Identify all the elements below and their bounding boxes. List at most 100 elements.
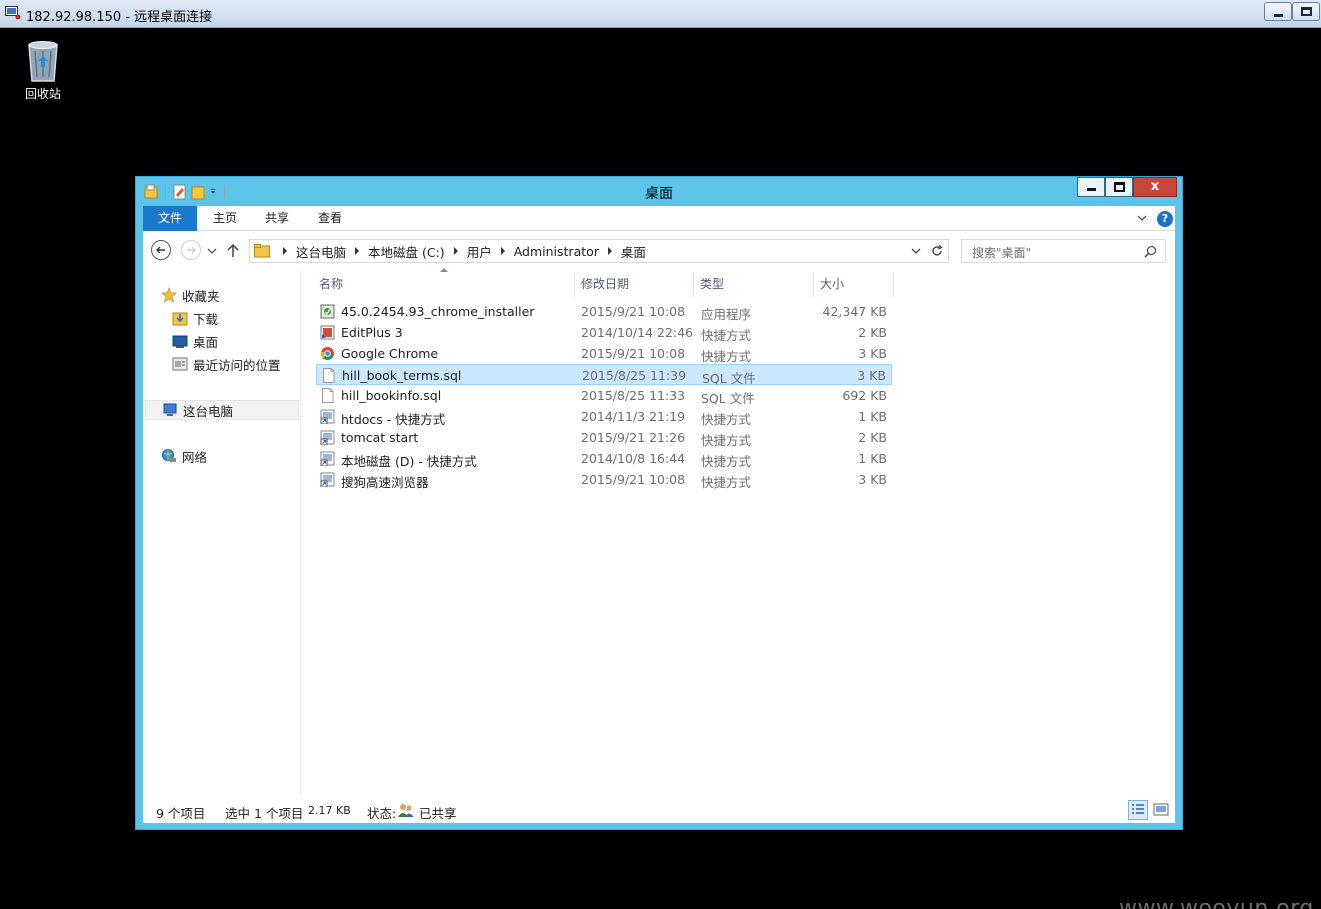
file-modified-date: 2015/9/21 10:08 bbox=[581, 346, 686, 361]
navigation-pane: 收藏夹 下载 桌面 最近访问的位置 这台电脑 网络 bbox=[143, 270, 301, 795]
file-name: 搜狗高速浏览器 bbox=[341, 475, 429, 490]
file-list: 名称 修改日期 类型 大小 45.0.2454.93_chrome_instal… bbox=[302, 268, 1175, 795]
details-view-button[interactable] bbox=[1128, 800, 1148, 820]
file-row[interactable]: tomcat start 2015/9/21 21:26 快捷方式 2 KB bbox=[316, 427, 892, 448]
file-modified-date: 2015/9/21 10:08 bbox=[581, 304, 686, 319]
navigation-bar: 这台电脑 本地磁盘 (C:) 用户 Administrator 桌面 搜索"桌面… bbox=[143, 232, 1175, 270]
file-modified-date: 2015/9/21 10:08 bbox=[581, 472, 686, 487]
column-header-date[interactable]: 修改日期 bbox=[575, 272, 694, 297]
minimize-icon bbox=[1087, 188, 1096, 191]
forward-button[interactable] bbox=[180, 239, 202, 261]
tab-view[interactable]: 查看 bbox=[304, 206, 356, 231]
desktop-icon bbox=[172, 335, 188, 348]
minimize-icon bbox=[1274, 14, 1283, 17]
column-header-size[interactable]: 大小 bbox=[814, 272, 894, 297]
rdp-restore-button[interactable] bbox=[1292, 2, 1320, 21]
nav-network[interactable]: 网络 bbox=[161, 446, 207, 466]
file-icon bbox=[322, 388, 334, 403]
ribbon-tabs: 文件 主页 共享 查看 ? bbox=[143, 206, 1175, 231]
search-icon[interactable] bbox=[1144, 245, 1157, 258]
rdp-window-title: 182.92.98.150 - 远程桌面连接 bbox=[26, 10, 213, 25]
file-size: 1 KB bbox=[858, 409, 887, 424]
nav-desktop[interactable]: 桌面 bbox=[172, 331, 218, 351]
file-row[interactable]: 本地磁盘 (D) - 快捷方式 2014/10/8 16:44 快捷方式 1 KB bbox=[316, 448, 892, 469]
column-header-type[interactable]: 类型 bbox=[694, 272, 814, 297]
recycle-bin-icon bbox=[28, 41, 58, 82]
close-button[interactable]: x bbox=[1133, 177, 1177, 197]
nav-favorites[interactable]: 收藏夹 bbox=[161, 285, 220, 305]
file-modified-date: 2015/8/25 11:39 bbox=[582, 368, 687, 383]
file-name: EditPlus 3 bbox=[341, 325, 403, 340]
file-name: Google Chrome bbox=[341, 346, 439, 361]
file-row[interactable]: EditPlus 3 2014/10/14 22:46 快捷方式 2 KB bbox=[316, 322, 892, 343]
status-state-label: 状态: bbox=[367, 806, 397, 821]
recycle-bin-shortcut[interactable]: 回收站 bbox=[18, 39, 68, 102]
refresh-icon[interactable] bbox=[930, 244, 944, 258]
breadcrumb-separator-icon[interactable] bbox=[607, 247, 612, 255]
address-history-chevron-icon[interactable] bbox=[910, 246, 922, 256]
back-button[interactable] bbox=[150, 239, 172, 261]
explorer-content: 文件 主页 共享 查看 ? 这台电脑 本地磁盘 (C:) 用户 Administ… bbox=[143, 206, 1175, 823]
shared-users-icon bbox=[398, 804, 414, 817]
file-name: hill_bookinfo.sql bbox=[341, 388, 442, 403]
file-size: 2 KB bbox=[858, 325, 887, 340]
file-name: hill_book_terms.sql bbox=[342, 368, 462, 383]
nav-this-pc-label: 这台电脑 bbox=[183, 403, 234, 419]
maximize-icon bbox=[1114, 182, 1125, 192]
recent-places-icon bbox=[172, 357, 188, 371]
tab-home[interactable]: 主页 bbox=[199, 206, 251, 231]
rdp-minimize-button[interactable] bbox=[1264, 2, 1292, 21]
breadcrumb-local-disk-c[interactable]: 本地磁盘 (C:) bbox=[368, 242, 445, 261]
file-size: 2 KB bbox=[858, 430, 887, 445]
file-row[interactable]: hill_book_terms.sql 2015/8/25 11:39 SQL 文件… bbox=[316, 364, 892, 386]
file-modified-date: 2015/8/25 11:33 bbox=[581, 388, 686, 403]
breadcrumb-separator-icon[interactable] bbox=[453, 247, 458, 255]
file-size: 692 KB bbox=[842, 388, 887, 403]
explorer-window: 桌面 x 文件 主页 共享 查看 ? 这台电脑 本地磁盘 (C:) 用户 Adm… bbox=[135, 176, 1183, 830]
file-row[interactable]: 45.0.2454.93_chrome_installer 2015/9/21 1… bbox=[316, 301, 892, 322]
nav-recent-places[interactable]: 最近访问的位置 bbox=[172, 354, 281, 374]
nav-this-pc[interactable]: 这台电脑 bbox=[145, 400, 299, 420]
file-modified-date: 2014/10/8 16:44 bbox=[581, 451, 686, 466]
search-box[interactable]: 搜索"桌面" bbox=[961, 239, 1166, 263]
breadcrumb-this-pc[interactable]: 这台电脑 bbox=[296, 242, 346, 261]
expand-ribbon-chevron-icon[interactable] bbox=[1136, 212, 1148, 224]
column-header-name[interactable]: 名称 bbox=[302, 268, 575, 297]
maximize-button[interactable] bbox=[1105, 177, 1133, 197]
file-type: 快捷方式 bbox=[701, 349, 752, 364]
file-type: 快捷方式 bbox=[701, 433, 752, 448]
nav-downloads[interactable]: 下载 bbox=[172, 308, 218, 328]
downloads-folder-icon bbox=[172, 312, 188, 326]
tab-share[interactable]: 共享 bbox=[251, 206, 303, 231]
details-view-icon bbox=[1132, 804, 1144, 814]
network-icon bbox=[162, 449, 176, 462]
nav-downloads-label: 下载 bbox=[193, 311, 219, 327]
nav-favorites-label: 收藏夹 bbox=[182, 288, 220, 304]
file-name: 本地磁盘 (D) - 快捷方式 bbox=[341, 454, 477, 469]
shortcut-icon bbox=[320, 430, 335, 445]
file-row[interactable]: Google Chrome 2015/9/21 10:08 快捷方式 3 KB bbox=[316, 343, 892, 364]
help-icon[interactable]: ? bbox=[1157, 211, 1173, 227]
file-modified-date: 2014/11/3 21:19 bbox=[581, 409, 686, 424]
minimize-button[interactable] bbox=[1077, 177, 1105, 197]
file-row[interactable]: htdocs - 快捷方式 2014/11/3 21:19 快捷方式 1 KB bbox=[316, 406, 892, 427]
up-one-level-icon[interactable] bbox=[225, 239, 241, 261]
breadcrumb-desktop[interactable]: 桌面 bbox=[621, 242, 646, 261]
breadcrumb-separator-icon[interactable] bbox=[500, 247, 505, 255]
address-bar[interactable]: 这台电脑 本地磁盘 (C:) 用户 Administrator 桌面 bbox=[249, 239, 949, 263]
nav-recent-places-label: 最近访问的位置 bbox=[193, 357, 281, 373]
search-input[interactable]: 搜索"桌面" bbox=[972, 244, 1031, 261]
file-icon bbox=[323, 368, 335, 383]
tab-file[interactable]: 文件 bbox=[143, 206, 197, 231]
large-icons-view-button[interactable] bbox=[1151, 800, 1171, 820]
file-name: 45.0.2454.93_chrome_installer bbox=[341, 304, 535, 319]
recent-locations-chevron-icon[interactable] bbox=[206, 239, 218, 261]
status-selected-size: 2.17 KB bbox=[308, 804, 351, 817]
breadcrumb-administrator[interactable]: Administrator bbox=[514, 244, 599, 259]
breadcrumb-separator-icon[interactable] bbox=[355, 247, 360, 255]
file-row[interactable]: hill_bookinfo.sql 2015/8/25 11:33 SQL 文件 69… bbox=[316, 385, 892, 406]
file-row[interactable]: 搜狗高速浏览器 2015/9/21 10:08 快捷方式 3 KB bbox=[316, 469, 892, 490]
breadcrumb-users[interactable]: 用户 bbox=[467, 242, 492, 261]
file-size: 3 KB bbox=[857, 368, 886, 383]
breadcrumb-separator-icon[interactable] bbox=[283, 247, 287, 255]
